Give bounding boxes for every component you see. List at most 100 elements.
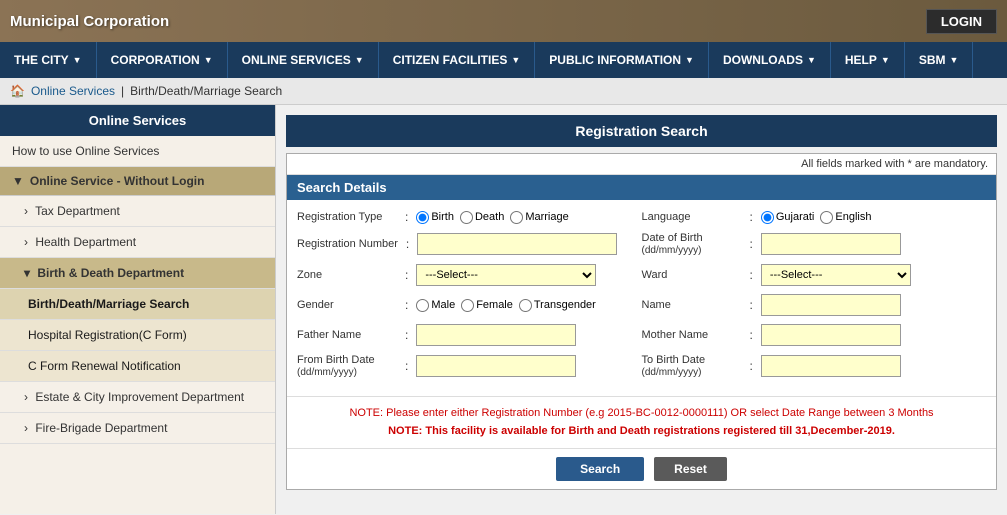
registration-number-input[interactable] (417, 233, 617, 255)
radio-english-input[interactable] (820, 211, 833, 224)
sidebar-header: Online Services (0, 105, 275, 136)
radio-male[interactable]: Male (416, 299, 455, 312)
mother-name-label: Mother Name (642, 329, 742, 341)
help-dropdown-arrow: ▼ (881, 55, 890, 65)
dob-input[interactable] (761, 233, 901, 255)
fire-arrow: › (24, 421, 28, 435)
estate-arrow: › (24, 390, 28, 404)
reset-button[interactable]: Reset (654, 457, 727, 481)
name-input[interactable] (761, 294, 901, 316)
gender-label: Gender (297, 299, 397, 311)
sidebar-item-how-to-use[interactable]: How to use Online Services (0, 136, 275, 167)
radio-transgender-input[interactable] (519, 299, 532, 312)
nav-item-citizen-facilities[interactable]: CITIZEN FACILITIES▼ (379, 42, 536, 78)
ward-col: Ward : ---Select--- (642, 264, 987, 286)
health-arrow: › (24, 235, 28, 249)
nav-item-public-info[interactable]: PUBLIC INFORMATION▼ (535, 42, 709, 78)
breadcrumb-online-services[interactable]: Online Services (31, 84, 115, 98)
gender-radio-group: Male Female Transgender (416, 299, 596, 312)
birth-death-arrow-down: ▾ (24, 266, 30, 280)
radio-marriage-input[interactable] (510, 211, 523, 224)
sidebar-section-without-login[interactable]: ▼ Online Service - Without Login (0, 167, 275, 196)
public-dropdown-arrow: ▼ (685, 55, 694, 65)
zone-col: Zone : ---Select--- (297, 264, 642, 286)
nav-item-city[interactable]: THE CITY▼ (0, 42, 97, 78)
radio-transgender[interactable]: Transgender (519, 299, 596, 312)
city-dropdown-arrow: ▼ (73, 55, 82, 65)
radio-female-input[interactable] (461, 299, 474, 312)
sidebar: Online Services How to use Online Servic… (0, 105, 276, 514)
language-radio-group: Gujarati English (761, 211, 872, 224)
login-button[interactable]: LOGIN (926, 9, 997, 34)
navbar: THE CITY▼ CORPORATION▼ ONLINE SERVICES▼ … (0, 42, 1007, 78)
home-icon[interactable]: 🏠 (10, 84, 25, 98)
radio-birth-input[interactable] (416, 211, 429, 224)
radio-female[interactable]: Female (461, 299, 513, 312)
radio-male-input[interactable] (416, 299, 429, 312)
form-row-5: Father Name : Mother Name : (297, 324, 986, 346)
reg-type-label: Registration Type (297, 211, 397, 223)
search-button[interactable]: Search (556, 457, 644, 481)
sidebar-item-c-form-renewal[interactable]: C Form Renewal Notification (0, 351, 275, 382)
notes-section: NOTE: Please enter either Registration N… (287, 396, 996, 448)
sidebar-item-tax-dept[interactable]: › Tax Department (0, 196, 275, 227)
from-birth-input[interactable] (416, 355, 576, 377)
sidebar-item-estate-dept[interactable]: › Estate & City Improvement Department (0, 382, 275, 413)
breadcrumb: 🏠 Online Services | Birth/Death/Marriage… (0, 78, 1007, 105)
reg-type-col: Registration Type : Birth Death Marriage (297, 210, 642, 224)
language-label: Language (642, 211, 742, 223)
nav-item-sbm[interactable]: SBM▼ (905, 42, 974, 78)
zone-label: Zone (297, 269, 397, 281)
dob-label: Date of Birth(dd/mm/yyyy) (642, 232, 742, 256)
father-name-col: Father Name : (297, 324, 642, 346)
nav-item-downloads[interactable]: DOWNLOADS▼ (709, 42, 831, 78)
mother-name-input[interactable] (761, 324, 901, 346)
radio-gujarati[interactable]: Gujarati (761, 211, 815, 224)
form-row-6: From Birth Date(dd/mm/yyyy) : To Birth D… (297, 354, 986, 378)
nav-item-help[interactable]: HELP▼ (831, 42, 905, 78)
nav-item-corporation[interactable]: CORPORATION▼ (97, 42, 228, 78)
ward-select[interactable]: ---Select--- (761, 264, 911, 286)
sidebar-item-birth-death-search[interactable]: Birth/Death/Marriage Search (0, 289, 275, 320)
name-col: Name : (642, 294, 987, 316)
radio-death[interactable]: Death (460, 211, 504, 224)
citizen-dropdown-arrow: ▼ (511, 55, 520, 65)
nav-item-online-services[interactable]: ONLINE SERVICES▼ (228, 42, 379, 78)
from-birth-col: From Birth Date(dd/mm/yyyy) : (297, 354, 642, 378)
father-name-input[interactable] (416, 324, 576, 346)
father-name-label: Father Name (297, 329, 397, 341)
to-birth-label: To Birth Date(dd/mm/yyyy) (642, 354, 742, 378)
zone-select[interactable]: ---Select--- (416, 264, 596, 286)
gender-col: Gender : Male Female Transgender (297, 298, 642, 312)
reg-number-label: Registration Number (297, 238, 398, 250)
language-col: Language : Gujarati English (642, 210, 987, 224)
radio-marriage[interactable]: Marriage (510, 211, 568, 224)
to-birth-input[interactable] (761, 355, 901, 377)
tax-arrow: › (24, 204, 28, 218)
search-details-header: Search Details (287, 175, 996, 200)
reg-number-col: Registration Number : (297, 233, 642, 255)
to-birth-col: To Birth Date(dd/mm/yyyy) : (642, 354, 987, 378)
radio-english[interactable]: English (820, 211, 871, 224)
sidebar-item-birth-death-dept[interactable]: ▾ Birth & Death Department (0, 258, 275, 289)
breadcrumb-separator: | (121, 84, 124, 98)
corp-title: Municipal Corporation (10, 13, 169, 30)
dob-col: Date of Birth(dd/mm/yyyy) : (642, 232, 987, 256)
radio-death-input[interactable] (460, 211, 473, 224)
sidebar-item-fire-brigade[interactable]: › Fire-Brigade Department (0, 413, 275, 444)
main-layout: Online Services How to use Online Servic… (0, 105, 1007, 514)
mother-name-col: Mother Name : (642, 324, 987, 346)
from-birth-label: From Birth Date(dd/mm/yyyy) (297, 354, 397, 378)
radio-birth[interactable]: Birth (416, 211, 454, 224)
content-header: Registration Search (286, 115, 997, 147)
form-row-1: Registration Type : Birth Death Marriage… (297, 210, 986, 224)
form-body: Registration Type : Birth Death Marriage… (287, 200, 996, 396)
mandatory-note: All fields marked with * are mandatory. (287, 154, 996, 175)
radio-gujarati-input[interactable] (761, 211, 774, 224)
form-container: All fields marked with * are mandatory. … (286, 153, 997, 490)
online-dropdown-arrow: ▼ (355, 55, 364, 65)
sidebar-item-hospital-reg[interactable]: Hospital Registration(C Form) (0, 320, 275, 351)
form-row-4: Gender : Male Female Transgender Name : (297, 294, 986, 316)
note-1: NOTE: Please enter either Registration N… (295, 405, 988, 423)
sidebar-item-health-dept[interactable]: › Health Department (0, 227, 275, 258)
